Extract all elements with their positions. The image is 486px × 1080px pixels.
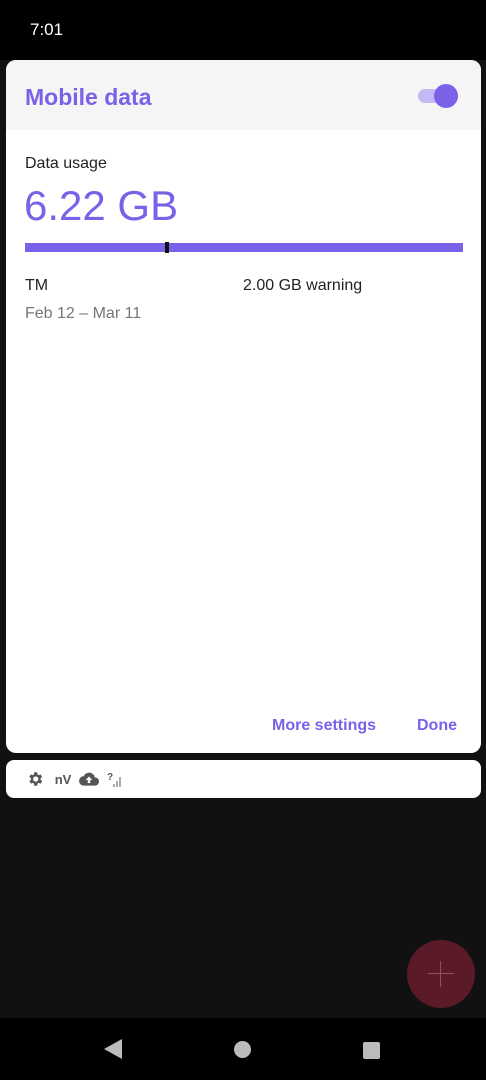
usage-value: 6.22 GB	[24, 182, 179, 229]
toggle-thumb	[434, 84, 458, 108]
nv-icon[interactable]: nV	[52, 769, 74, 789]
home-button[interactable]	[234, 1041, 251, 1058]
navigation-bar	[0, 1018, 486, 1080]
mobile-data-toggle[interactable]	[418, 82, 460, 110]
panel-header: Mobile data	[6, 60, 481, 130]
warning-marker	[165, 242, 169, 253]
gear-icon[interactable]	[25, 769, 45, 789]
plus-icon-horizontal	[428, 973, 454, 974]
back-button[interactable]	[104, 1039, 122, 1059]
billing-period: Feb 12 – Mar 11	[25, 305, 142, 322]
recents-button[interactable]	[363, 1042, 380, 1059]
mobile-data-panel: Mobile data Data usage 6.22 GB TM 2.00 G…	[6, 60, 481, 753]
quick-settings-row: nV ?	[6, 760, 481, 798]
carrier-name: TM	[25, 277, 49, 294]
done-button[interactable]: Done	[417, 717, 457, 735]
status-bar: 7:01	[0, 0, 486, 60]
panel-title: Mobile data	[25, 84, 152, 110]
more-settings-button[interactable]: More settings	[272, 717, 376, 735]
warning-text: 2.00 GB warning	[243, 277, 363, 294]
add-fab-button[interactable]	[407, 940, 475, 1008]
cloud-upload-icon[interactable]	[78, 769, 100, 789]
svg-text:?: ?	[107, 772, 113, 783]
usage-bar	[25, 242, 463, 253]
usage-label: Data usage	[25, 155, 107, 172]
signal-unknown-icon[interactable]: ?	[106, 769, 124, 789]
plus-icon	[440, 961, 441, 987]
status-time: 7:01	[30, 20, 64, 39]
